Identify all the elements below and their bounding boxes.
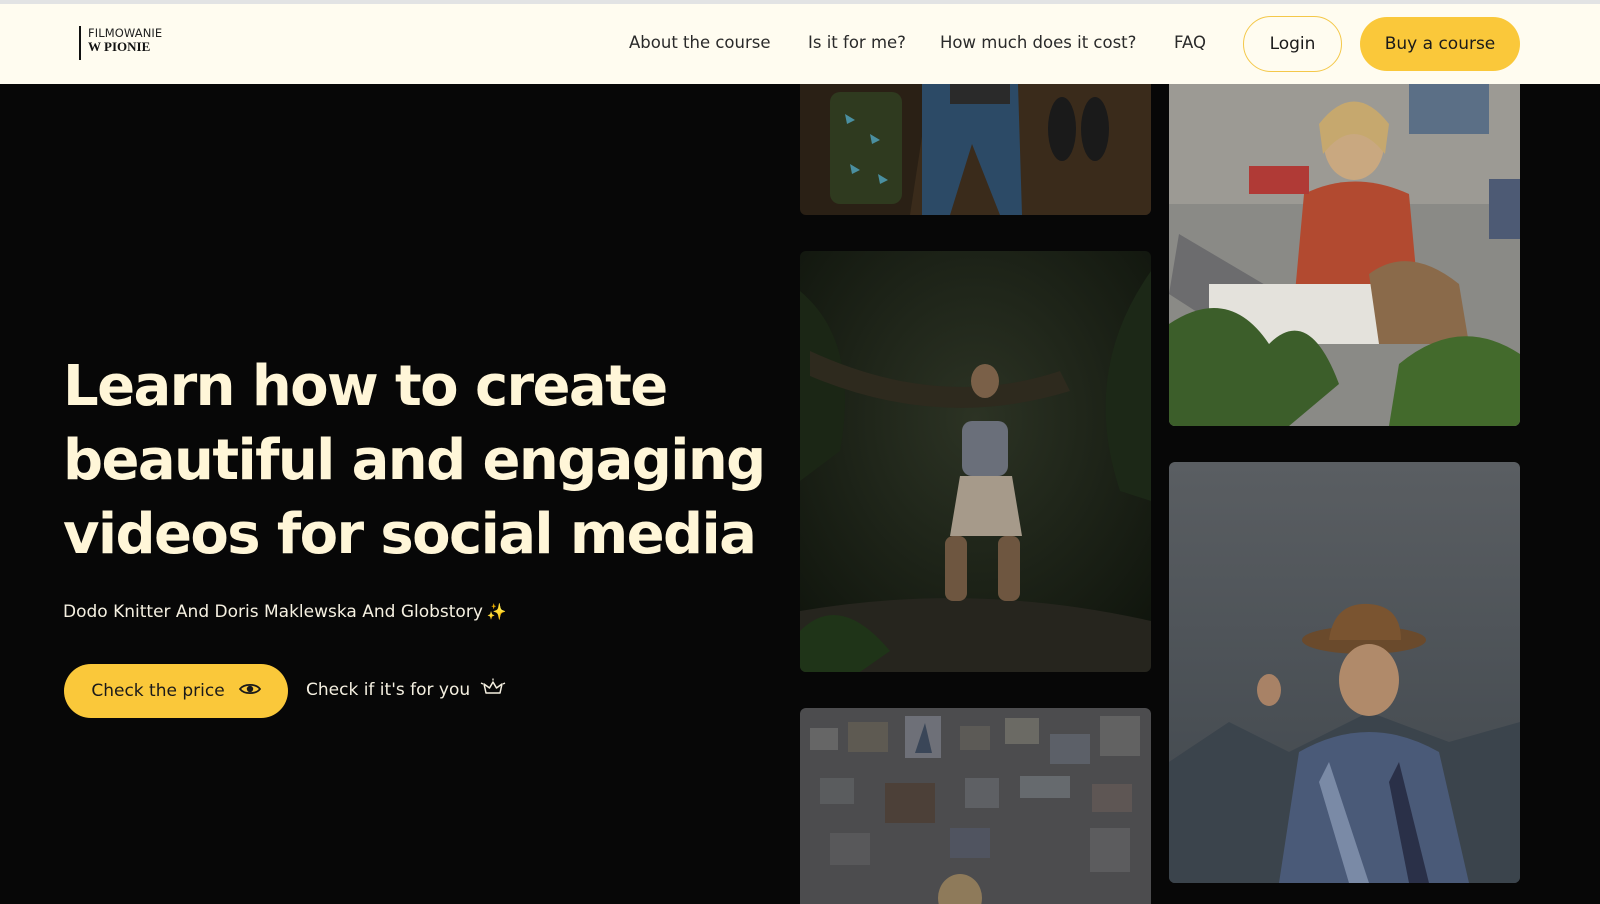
logo-line-2: W PIONIE [88, 39, 151, 54]
site-logo[interactable]: FILMOWANIE W PIONIE [79, 26, 162, 60]
photo-woman-hat-mountains [1169, 462, 1520, 883]
photo-gallery-wall [800, 708, 1151, 904]
photo-woman-laptop-cat [1169, 84, 1520, 426]
login-button-label: Login [1269, 34, 1316, 54]
crown-icon [480, 678, 506, 701]
buy-course-button-label: Buy a course [1384, 34, 1496, 54]
eye-icon [238, 681, 261, 701]
sparkles-icon: ✨ [486, 602, 507, 621]
headline-line-3: videos for social media [63, 502, 757, 567]
hero-headline: Learn how to create beautiful and engagi… [63, 350, 783, 572]
headline-line-2: beautiful and engaging [63, 428, 766, 493]
headline-line-1: Learn how to create [63, 354, 668, 419]
navbar: FILMOWANIE W PIONIE About the course Is … [0, 4, 1600, 84]
nav-link-faq[interactable]: FAQ [1174, 33, 1206, 52]
nav-link-cost[interactable]: How much does it cost? [940, 33, 1136, 52]
nav-link-is-it-for-me[interactable]: Is it for me? [808, 33, 906, 52]
photo-flatlay-jeans [800, 84, 1151, 215]
nav-link-about[interactable]: About the course [629, 33, 771, 52]
authors-text: Dodo Knitter And Doris Maklewska And Glo… [63, 602, 483, 622]
buy-course-button[interactable]: Buy a course [1360, 17, 1520, 71]
logo-line-1: FILMOWANIE [88, 26, 163, 40]
check-price-button[interactable]: Check the price [64, 664, 288, 718]
photo-jungle-woman [800, 251, 1151, 672]
login-button[interactable]: Login [1243, 16, 1342, 72]
hero-authors: Dodo Knitter And Doris Maklewska And Glo… [63, 602, 507, 622]
check-price-label: Check the price [91, 681, 225, 701]
check-fit-label: Check if it's for you [306, 679, 471, 700]
check-fit-link[interactable]: Check if it's for you [306, 678, 506, 701]
